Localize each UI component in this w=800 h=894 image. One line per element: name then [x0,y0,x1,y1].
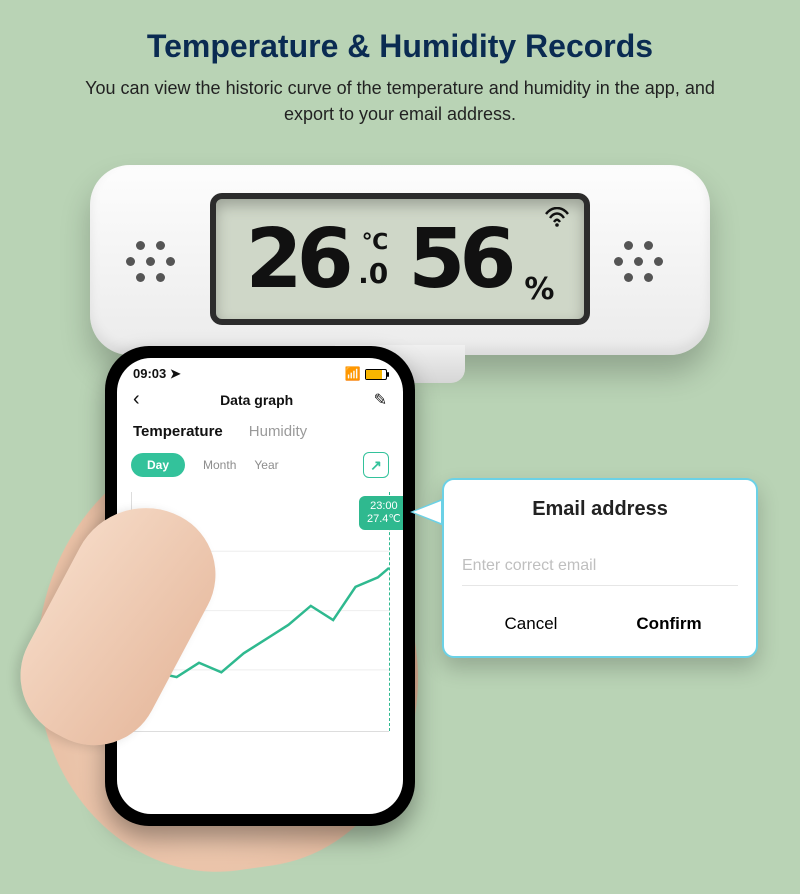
sensor-device: 26 ℃ .0 56 % [90,165,710,355]
humidity-value: 56 [408,212,510,307]
status-time: 09:03 ➤ [133,366,181,382]
export-button[interactable]: ↗ [363,452,389,478]
dialog-pointer [410,498,444,526]
page-title: Temperature & Humidity Records [0,0,800,65]
lcd-display: 26 ℃ .0 56 % [210,193,590,325]
status-bar: 09:03 ➤ 📶 [117,358,403,384]
data-point-tooltip: 23:00 27.4℃ [359,496,403,530]
email-input[interactable]: Enter correct email [462,557,738,586]
temperature-decimal: .0 [358,257,388,290]
speaker-holes-right [612,241,676,285]
dialog-title: Email address [462,498,738,521]
range-day[interactable]: Day [131,453,185,477]
edit-icon[interactable]: ✎ [374,390,387,410]
cancel-button[interactable]: Cancel [462,600,600,648]
wifi-icon [544,207,570,227]
temperature-value: 26 [246,212,348,307]
tab-humidity[interactable]: Humidity [249,423,307,440]
screen-title: Data graph [220,392,293,408]
humidity-unit: % [524,272,554,307]
temperature-unit: ℃ [362,230,389,255]
page-subtitle: You can view the historic curve of the t… [0,75,800,127]
back-button[interactable]: ‹ [133,388,140,411]
confirm-button[interactable]: Confirm [600,600,738,648]
email-dialog: Email address Enter correct email Cancel… [442,478,758,658]
tab-temperature[interactable]: Temperature [133,423,223,440]
range-year[interactable]: Year [254,458,278,472]
speaker-holes-left [124,241,188,285]
battery-icon [365,369,387,380]
signal-icon: 📶 [345,366,361,382]
range-month[interactable]: Month [203,458,236,472]
